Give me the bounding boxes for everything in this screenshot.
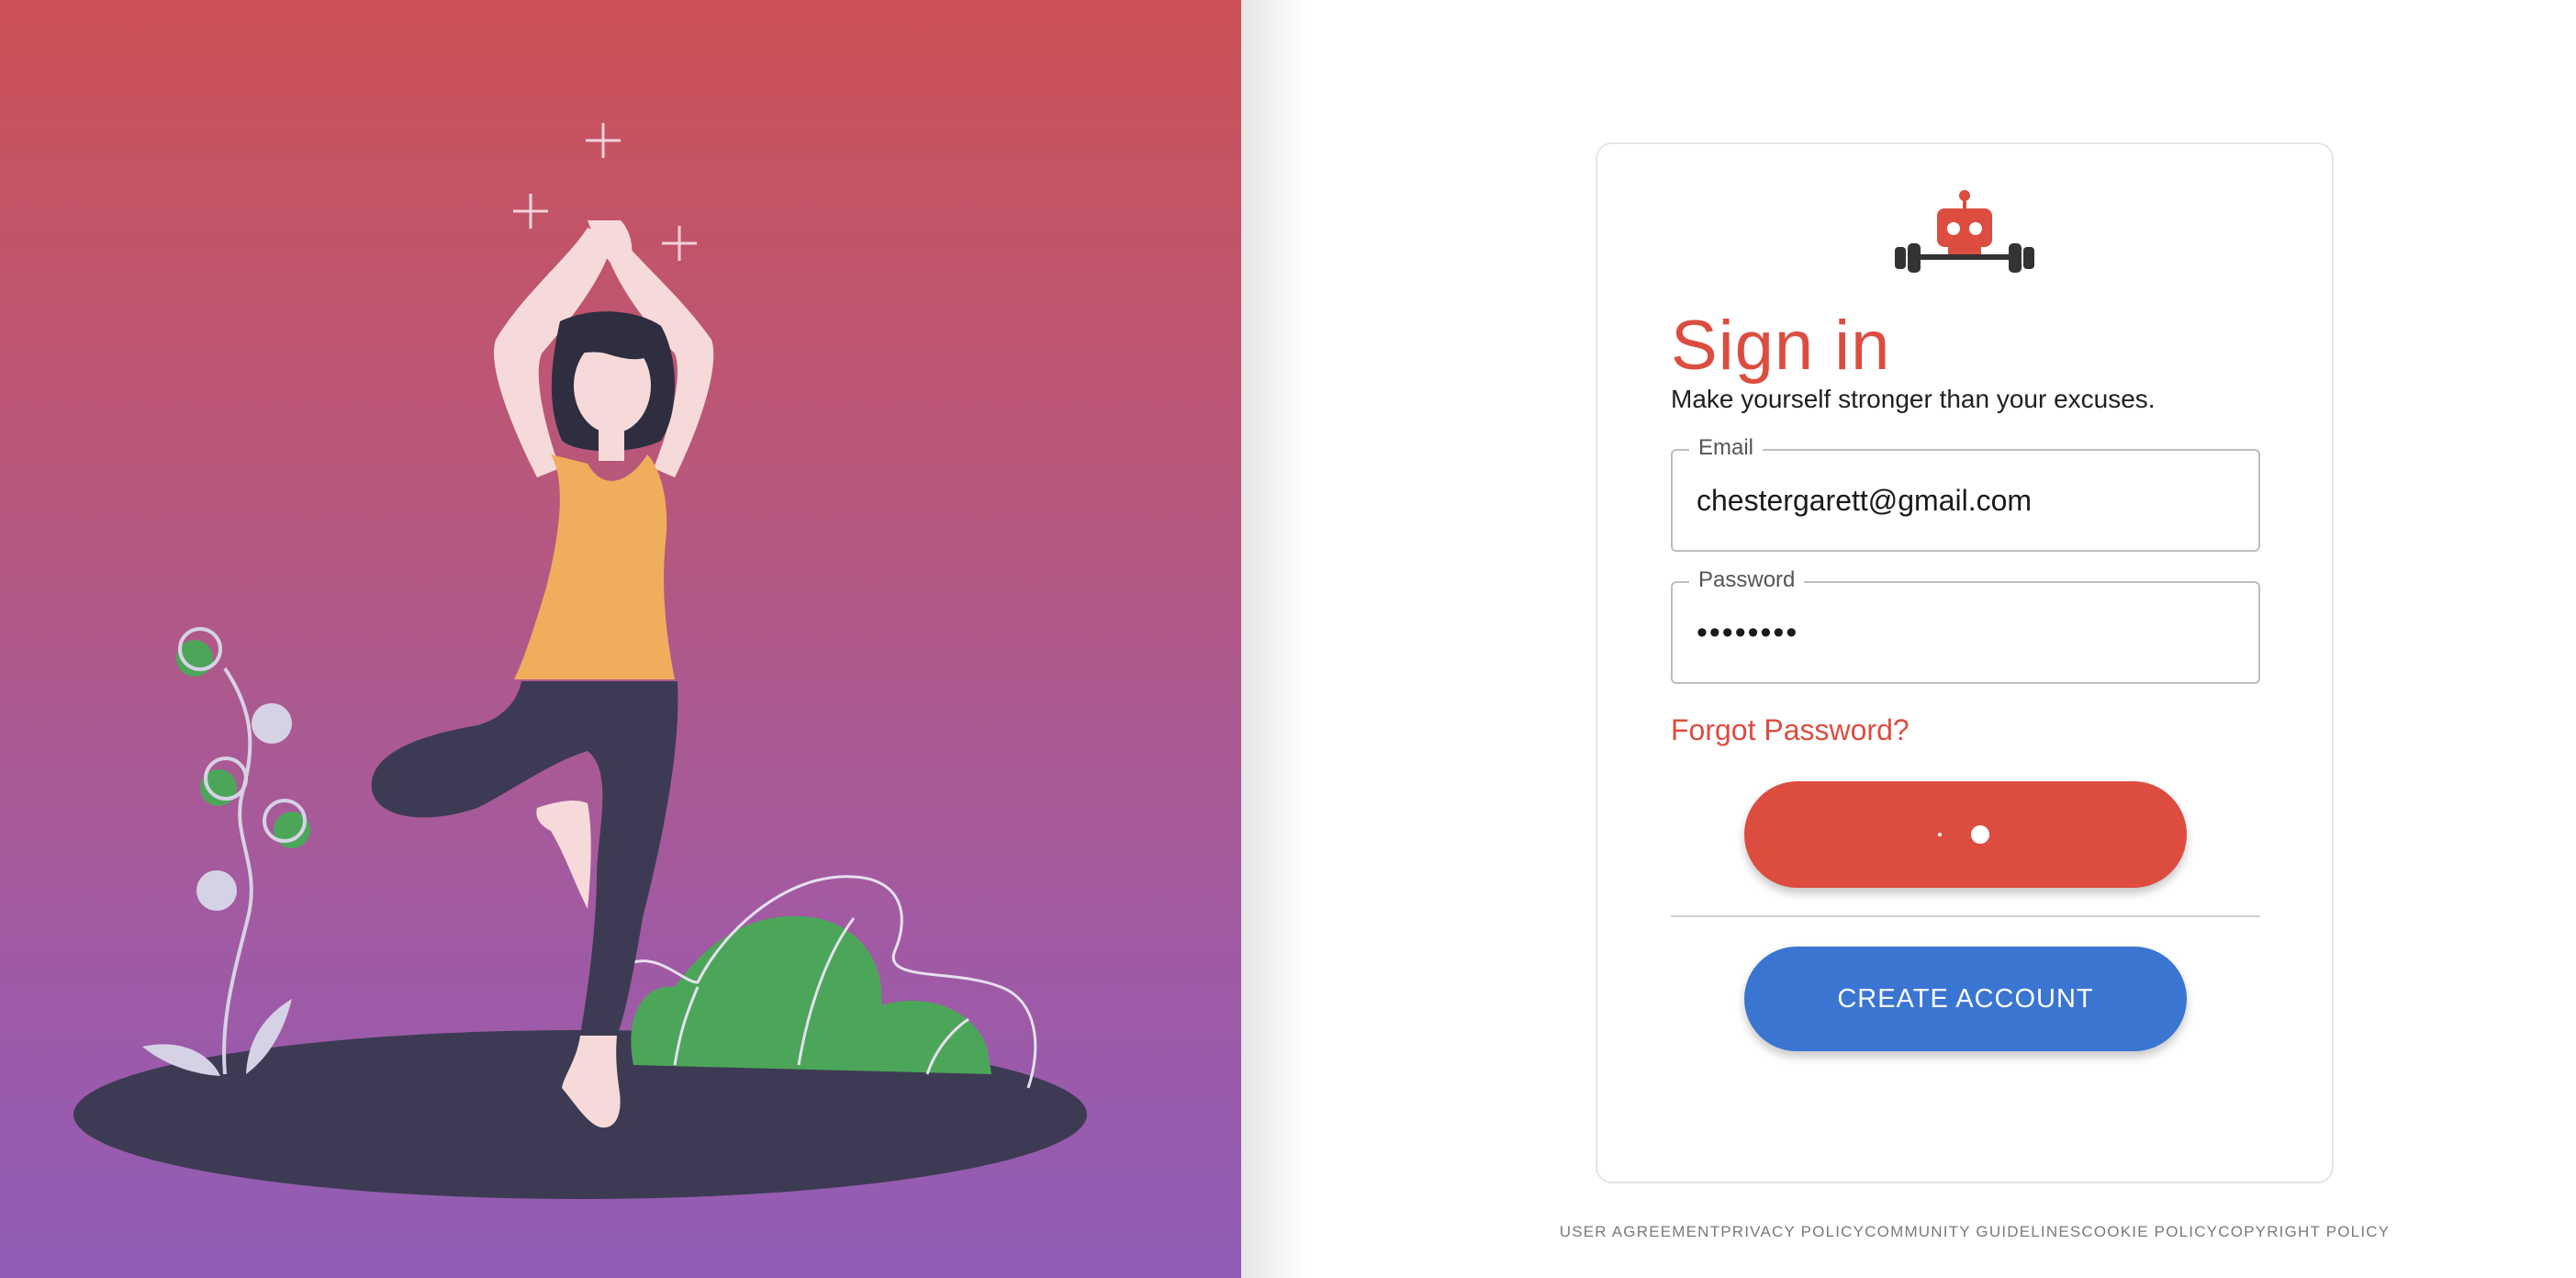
email-input[interactable]	[1673, 451, 2258, 550]
bush	[631, 875, 1037, 1089]
divider	[1671, 915, 2260, 917]
create-account-button[interactable]: CREATE ACCOUNT	[1744, 947, 2187, 1051]
panel-divider	[1241, 0, 1305, 1278]
loading-spinner-icon	[1938, 821, 1993, 848]
signin-card: Sign in Make yourself stronger than your…	[1596, 142, 2334, 1183]
password-field[interactable]: Password	[1671, 567, 2260, 684]
signin-button[interactable]	[1744, 781, 2187, 888]
footer-link-user-agreement[interactable]: USER AGREEMENT	[1560, 1223, 1721, 1245]
password-input[interactable]	[1673, 583, 2258, 682]
hero-panel	[0, 0, 1241, 1278]
forgot-password-link[interactable]: Forgot Password?	[1671, 713, 1910, 747]
yoga-illustration	[73, 123, 1087, 1199]
page-subtitle: Make yourself stronger than your excuses…	[1671, 385, 2156, 413]
robot-barbell-logo-icon	[1895, 190, 2034, 273]
email-field[interactable]: Email	[1671, 435, 2260, 552]
left-plant	[142, 627, 310, 1076]
footer-links: USER AGREEMENT PRIVACY POLICY COMMUNITY …	[1560, 1223, 2389, 1245]
footer-link-community-guidelines[interactable]: COMMUNITY GUIDELINES	[1865, 1223, 2081, 1245]
footer-link-copyright-policy[interactable]: COPYRIGHT POLICY	[2218, 1223, 2390, 1245]
page-title: Sign in	[1671, 307, 1891, 385]
footer-link-privacy-policy[interactable]: PRIVACY POLICY	[1720, 1223, 1865, 1245]
footer-link-cookie-policy[interactable]: COOKIE POLICY	[2081, 1223, 2218, 1245]
